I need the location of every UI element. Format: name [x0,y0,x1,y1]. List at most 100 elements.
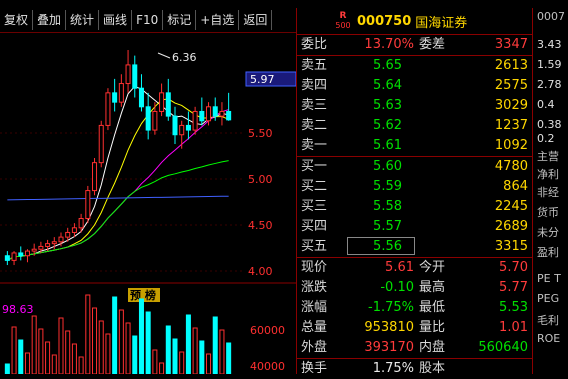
candle-body [71,227,77,233]
stat-label: 今开 [419,260,446,275]
stat-value: -0.10 [380,280,414,295]
toolbar-stats-button[interactable]: 统计 [66,10,100,30]
candle-body [51,241,57,245]
volume-bar [179,351,185,374]
stats-block: 现价 5.61 今开 5.70 涨跌 -0.10 最高 5.77 涨幅 -1.75% 最低 5.5… [297,258,532,359]
candle-body [4,255,10,261]
price-tick: 4.50 [248,219,273,232]
stat-value: 5.77 [499,280,528,295]
volume-bar [85,294,91,374]
order-price: 5.64 [373,78,402,93]
volume-bar [185,314,191,374]
side-label: ROE [537,332,561,345]
volume-bar [58,317,64,374]
toolbar-restore-rights-button[interactable]: 复权 [0,10,34,30]
volume-bar [152,349,158,374]
side-number: 0.38 [537,118,562,131]
current-price-tag: 5.97 [250,73,275,86]
stat-row: 总量 953810 量比 1.01 [297,318,532,338]
order-label: 卖四 [301,78,328,93]
order-volume: 3315 [494,239,528,254]
toolbar-overlay-button[interactable]: 叠加 [33,10,67,30]
order-volume: 1237 [494,118,528,133]
volume-bar [11,326,17,374]
volume-bar [159,362,165,374]
candle-body [172,115,178,136]
volume-bar [65,330,71,374]
order-label: 卖一 [301,138,328,153]
order-label: 卖三 [301,98,328,113]
toolbar-f10-button[interactable]: F10 [132,10,164,30]
candle-body [118,83,124,103]
side-number: 0.4 [537,98,555,111]
side-label: PE T [537,272,561,285]
order-row[interactable]: 卖三 5.63 3029 [297,96,532,116]
stat-value: 5.70 [499,260,528,275]
volume-bar [98,320,104,374]
order-row[interactable]: 买一 5.60 4780 [297,157,532,177]
side-label: 非经 [537,186,559,199]
stock-code: 000750 [357,13,412,29]
volume-bar [219,329,225,374]
candle-body [138,87,144,108]
finance-side-panel: 0007 3.43 1.59 2.78 0.4 0.38 0.2 主营 净利 非… [532,8,568,374]
side-label: 盈利 [537,246,559,259]
order-row[interactable]: 卖二 5.62 1237 [297,116,532,136]
candle-body [152,110,158,131]
order-row[interactable]: 卖一 5.61 1092 [297,136,532,156]
buy-orders: 买一 5.60 4780 买二 5.59 864 买三 5.58 2245 买四 5.57 26… [297,157,532,258]
turnover-label: 换手 [301,361,328,376]
volume-bar [138,298,144,374]
stat-value: 5.61 [385,260,414,275]
order-row[interactable]: 卖四 5.64 2575 [297,76,532,96]
stat-value: 953810 [364,320,414,335]
order-price: 5.62 [373,118,402,133]
candle-body [199,110,205,122]
candle-body [226,110,232,121]
order-row[interactable]: 买三 5.58 2245 [297,197,532,217]
order-row[interactable]: 买二 5.59 864 [297,177,532,197]
order-volume: 2689 [494,219,528,234]
stat-row: 外盘 393170 内盘 560640 [297,338,532,358]
kline-chart[interactable]: 5.50 5.00 4.50 4.00 5.97 6.36 预 榜 98.63 … [0,33,296,374]
order-volume: 1092 [494,138,528,153]
candle-body [112,92,118,103]
stat-value: 560640 [478,340,528,355]
side-label: 毛利 [537,314,559,327]
volume-bar [112,296,118,374]
volume-bar [192,327,198,374]
stat-label: 涨跌 [301,280,328,295]
volume-tick: 60000 [250,324,285,337]
ratio-label: 委比 [301,37,328,52]
candle-body [185,124,191,131]
order-volume: 4780 [494,159,528,174]
order-row[interactable]: 买五 5.56 3315 [297,237,532,257]
side-label: 主营 [537,150,559,163]
candle-body [65,231,71,238]
candle-body [98,124,104,164]
stat-value: 5.53 [499,300,528,315]
diff-label: 委差 [419,37,446,52]
turnover-row: 换手 1.75% 股本 [297,359,532,379]
stat-value: 393170 [364,340,414,355]
volume-bar [226,342,232,374]
toolbar-draw-line-button[interactable]: 画线 [99,10,133,30]
volume-bar [165,325,171,374]
high-marker-label: 6.36 [172,51,197,64]
candle-body [212,106,218,117]
toolbar-mark-button[interactable]: 标记 [163,10,197,30]
toolbar-add-watchlist-button[interactable]: +自选 [196,10,240,30]
volume-bar [4,363,10,374]
side-number: 2.78 [537,78,562,91]
order-row[interactable]: 卖五 5.65 2613 [297,56,532,76]
toolbar-back-button[interactable]: 返回 [239,10,273,30]
margin-badge-letter: R [339,11,347,21]
candle-body [125,64,131,85]
order-volume: 2245 [494,199,528,214]
order-price: 5.57 [373,219,402,234]
volume-bar [18,339,24,374]
order-price: 5.61 [373,138,402,153]
candle-body [219,110,225,117]
order-row[interactable]: 买四 5.57 2689 [297,217,532,237]
volume-bar [145,311,151,374]
